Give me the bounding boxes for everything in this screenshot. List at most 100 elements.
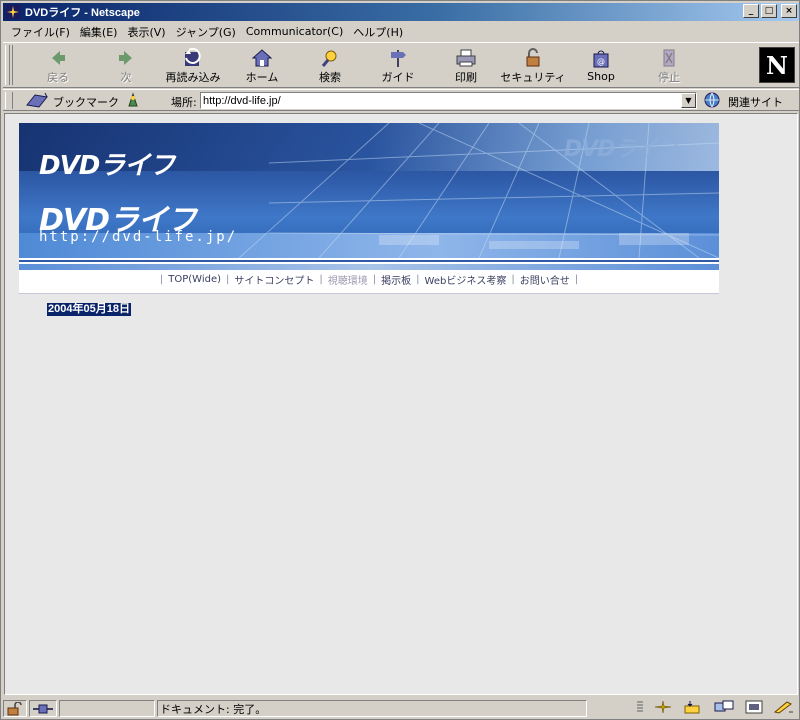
stripe-line-light xyxy=(19,264,719,270)
bookmarks-label: ブックマーク xyxy=(53,95,119,109)
nav-link-top[interactable]: TOP(Wide) xyxy=(168,274,221,285)
menu-bar: ファイル(F) 編集(E) 表示(V) ジャンプ(G) Communicator… xyxy=(3,22,799,41)
connection-status-cell[interactable] xyxy=(29,700,57,717)
stripe-line-dark xyxy=(19,260,719,262)
reload-button[interactable]: 再読み込み xyxy=(160,47,226,85)
home-icon xyxy=(250,47,274,68)
nav-separator: | xyxy=(416,273,420,285)
forward-label: 次 xyxy=(120,71,132,84)
bookmark-book-icon xyxy=(25,91,51,112)
search-icon xyxy=(318,47,342,68)
guide-signpost-icon xyxy=(386,47,410,68)
security-status-cell[interactable] xyxy=(3,700,27,717)
nav-separator: | xyxy=(511,273,515,285)
page-viewport[interactable]: DVDライフ DVDライフ DVDライフ http://dvd-life.jp/… xyxy=(4,113,798,695)
menu-edit[interactable]: 編集(E) xyxy=(76,24,124,40)
nav-link-environment[interactable]: 視聴環境 xyxy=(328,272,368,287)
svg-text:@: @ xyxy=(597,57,605,66)
security-button[interactable]: セキュリティ xyxy=(500,47,566,85)
stop-button[interactable]: 停止 xyxy=(636,47,702,85)
logo-text-small: DVDライフ xyxy=(39,151,175,181)
netscape-logo[interactable]: N xyxy=(759,47,795,83)
menu-view[interactable]: 表示(V) xyxy=(123,24,171,40)
navigation-toolbar: 戻る 次 再読み込み ホーム 検索 ガイド 印刷 セキュリティ @ Shop 停… xyxy=(3,42,799,88)
banner-footer-strip xyxy=(19,286,719,294)
banner-url-text: http://dvd-life.jp/ xyxy=(39,229,238,245)
component-bar xyxy=(636,700,795,717)
location-label: 場所: xyxy=(171,96,197,109)
toolbar-grip[interactable] xyxy=(5,45,13,85)
url-dropdown-button[interactable]: ▼ xyxy=(681,93,696,108)
related-sites-button[interactable]: 関連サイト xyxy=(703,91,783,112)
menu-go[interactable]: ジャンプ(G) xyxy=(172,24,242,40)
print-button[interactable]: 印刷 xyxy=(433,47,499,85)
edit-pen-component-icon[interactable] xyxy=(773,700,795,717)
menu-file[interactable]: ファイル(F) xyxy=(7,24,76,40)
mail-component-icon[interactable] xyxy=(682,700,704,717)
nav-link-concept[interactable]: サイトコンセプト xyxy=(234,272,314,287)
menu-communicator[interactable]: Communicator(C) xyxy=(242,25,349,38)
print-label: 印刷 xyxy=(455,71,477,84)
banner-image[interactable]: DVDライフ DVDライフ DVDライフ http://dvd-life.jp/ xyxy=(19,123,719,258)
browser-window: DVDライフ - Netscape _ □ × ファイル(F) 編集(E) 表示… xyxy=(0,0,800,720)
page-proxy-icon[interactable] xyxy=(125,92,141,111)
related-sites-label: 関連サイト xyxy=(728,95,783,109)
maximize-button[interactable]: □ xyxy=(761,4,777,18)
reload-icon xyxy=(181,47,205,68)
guide-label: ガイド xyxy=(381,71,415,84)
unlocked-padlock-icon xyxy=(7,701,22,715)
search-label: 検索 xyxy=(319,71,341,84)
location-grip[interactable] xyxy=(5,92,13,109)
back-label: 戻る xyxy=(47,71,69,84)
stop-icon xyxy=(657,47,681,68)
printer-icon xyxy=(454,47,478,68)
nav-link-contact[interactable]: お問い合せ xyxy=(520,272,570,287)
forward-arrow-icon xyxy=(114,47,138,68)
home-label: ホーム xyxy=(245,71,279,84)
reload-label: 再読み込み xyxy=(165,71,221,84)
status-bar: ドキュメント: 完了。 xyxy=(3,698,799,719)
status-text-cell: ドキュメント: 完了。 xyxy=(157,700,587,717)
forward-button[interactable]: 次 xyxy=(93,47,159,85)
menu-help[interactable]: ヘルプ(H) xyxy=(349,24,409,40)
stop-label: 停止 xyxy=(658,71,680,84)
nav-separator: | xyxy=(159,273,164,285)
window-controls: _ □ × xyxy=(743,4,797,18)
guide-button[interactable]: ガイド xyxy=(365,47,431,85)
window-title: DVDライフ - Netscape xyxy=(25,7,140,19)
related-globe-icon xyxy=(703,91,725,112)
back-arrow-icon xyxy=(46,47,70,68)
online-plug-icon xyxy=(33,704,53,713)
status-text: ドキュメント: 完了。 xyxy=(160,702,267,716)
logo-text-ghost: DVDライフ xyxy=(564,137,679,162)
close-button[interactable]: × xyxy=(781,4,797,18)
home-button[interactable]: ホーム xyxy=(229,47,295,85)
nav-link-board[interactable]: 掲示板 xyxy=(381,272,411,287)
navigator-component-icon[interactable] xyxy=(653,700,673,717)
back-button[interactable]: 戻る xyxy=(25,47,91,85)
title-bar[interactable]: DVDライフ - Netscape _ □ × xyxy=(3,3,799,21)
component-bar-grip[interactable] xyxy=(636,700,644,717)
banner-stripe xyxy=(19,258,719,272)
netscape-logo-letter: N xyxy=(766,50,788,80)
nav-separator: | xyxy=(574,273,579,285)
minimize-button[interactable]: _ xyxy=(743,4,759,18)
shopping-bag-icon: @ xyxy=(589,47,613,69)
netscape-app-icon[interactable] xyxy=(5,4,21,20)
nav-separator: | xyxy=(226,273,230,285)
composer-component-icon[interactable] xyxy=(744,700,764,717)
discussion-component-icon[interactable] xyxy=(713,700,735,717)
nav-link-web-business[interactable]: Webビジネス考察 xyxy=(425,272,507,287)
site-banner: DVDライフ DVDライフ DVDライフ http://dvd-life.jp/… xyxy=(19,123,719,294)
url-field[interactable]: ▼ xyxy=(200,92,697,109)
url-input[interactable] xyxy=(201,93,676,108)
search-button[interactable]: 検索 xyxy=(297,47,363,85)
nav-separator: | xyxy=(372,273,377,285)
nav-separator: | xyxy=(319,273,323,285)
bookmarks-button[interactable]: ブックマーク xyxy=(25,91,119,112)
padlock-icon xyxy=(521,47,545,68)
shop-label: Shop xyxy=(587,70,615,83)
progress-cell xyxy=(59,700,155,717)
selected-date-text[interactable]: 2004年05月18日 xyxy=(47,303,131,316)
shop-button[interactable]: @ Shop xyxy=(568,47,634,85)
